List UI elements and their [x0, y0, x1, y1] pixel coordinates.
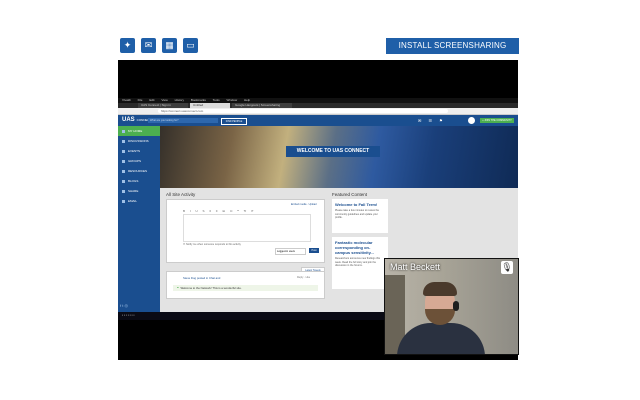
join-community-button: + JOIN THE COMMUNITY — [480, 118, 514, 123]
sidebar-item-groups: GROUPS — [118, 156, 160, 166]
webcam-overlay: Matt Beckett 🎙 — [384, 258, 519, 355]
sidebar-social-icons: f t ◎ — [120, 303, 128, 308]
composer-editor — [183, 214, 311, 242]
os-menu-item: Bookmarks — [190, 98, 206, 102]
header-icons: ✉ ☰ ⚑ — [418, 118, 446, 123]
activity-title: All Site Activity — [166, 192, 196, 197]
microphone-icon[interactable]: 🎙 — [501, 261, 513, 274]
extension-icon[interactable]: ✦ — [120, 38, 135, 53]
feed-meta: Steve Dog posted in Chat and — [183, 276, 221, 280]
visibility-select: Logged-in users — [275, 248, 306, 255]
notify-checkbox: ☐ Notify me when someone responds to thi… — [183, 243, 241, 246]
taskbar-icons: ▪ ▪ ▪ ▪ ▪ ▪ ▪ — [122, 313, 135, 317]
address-bar: https://connect.uasconnect.com — [118, 108, 518, 115]
sidebar-item-events: EVENTS — [118, 146, 160, 156]
featured-title: Featured Content — [332, 192, 368, 197]
url-field: https://connect.uasconnect.com — [158, 109, 448, 113]
composer-toolbar: B I U S ≡ ≡ ⊞ ⊡ ❝ ⟲ ⟳ — [183, 209, 256, 213]
film-icon[interactable]: ▦ — [162, 38, 177, 53]
composer-links: Embed media · Upload — [291, 203, 317, 206]
os-menu-item: Vivaldi — [122, 98, 131, 102]
sidebar-item-email: EMAIL — [118, 196, 160, 206]
feed-actions: Reply · Like — [297, 276, 311, 279]
sidebar-item-discussions: DISCUSSIONS — [118, 136, 160, 146]
sidebar-item-share: SHARE — [118, 186, 160, 196]
sidebar-item-my-home: MY HOME — [118, 126, 160, 136]
activity-composer: Embed media · Upload B I U S ≡ ≡ ⊞ ⊡ ❝ ⟲… — [166, 199, 325, 263]
feed-quote: ❝ Welcome to the Network! This is a wonde… — [173, 285, 318, 291]
install-screensharing-button[interactable]: INSTALL SCREENSHARING EXTENSION — [386, 38, 519, 66]
chat-icon[interactable]: ✉ — [141, 38, 156, 53]
monitor-icon[interactable]: ▭ — [183, 38, 198, 53]
post-button: Post — [309, 248, 319, 253]
sidebar-item-resources: RESOURCES — [118, 166, 160, 176]
site-header: UAS CONNECT What are you looking for? FIN… — [118, 115, 518, 126]
participant-name: Matt Beckett — [390, 262, 441, 272]
activity-feed-item: Steve Dog posted in Chat and Reply · Lik… — [166, 271, 325, 299]
os-menu-item: File — [137, 98, 143, 102]
hero-banner: WELCOME TO UAS CONNECT — [160, 126, 518, 188]
find-people-button: FIND PEOPLE — [221, 118, 247, 125]
os-menu-item: Help — [244, 98, 251, 102]
hero-title: WELCOME TO UAS CONNECT — [286, 146, 380, 157]
avatar — [468, 117, 475, 124]
os-menu-item: Window — [226, 98, 238, 102]
site-search-input: What are you looking for? — [148, 118, 218, 123]
featured-card: Fantastic molecular corresponding on-cam… — [332, 237, 388, 289]
site-sidebar: MY HOME DISCUSSIONS EVENTS GROUPS RESOUR… — [118, 126, 160, 320]
os-menu-item: History — [174, 98, 184, 102]
os-menu-item: View — [161, 98, 168, 102]
sidebar-item-blogs: BLOGS — [118, 176, 160, 186]
os-menu-item: Tools — [212, 98, 220, 102]
featured-card: Welcome to Fall Term! Please take a few … — [332, 199, 388, 233]
os-menu-item: Edit — [149, 98, 155, 102]
